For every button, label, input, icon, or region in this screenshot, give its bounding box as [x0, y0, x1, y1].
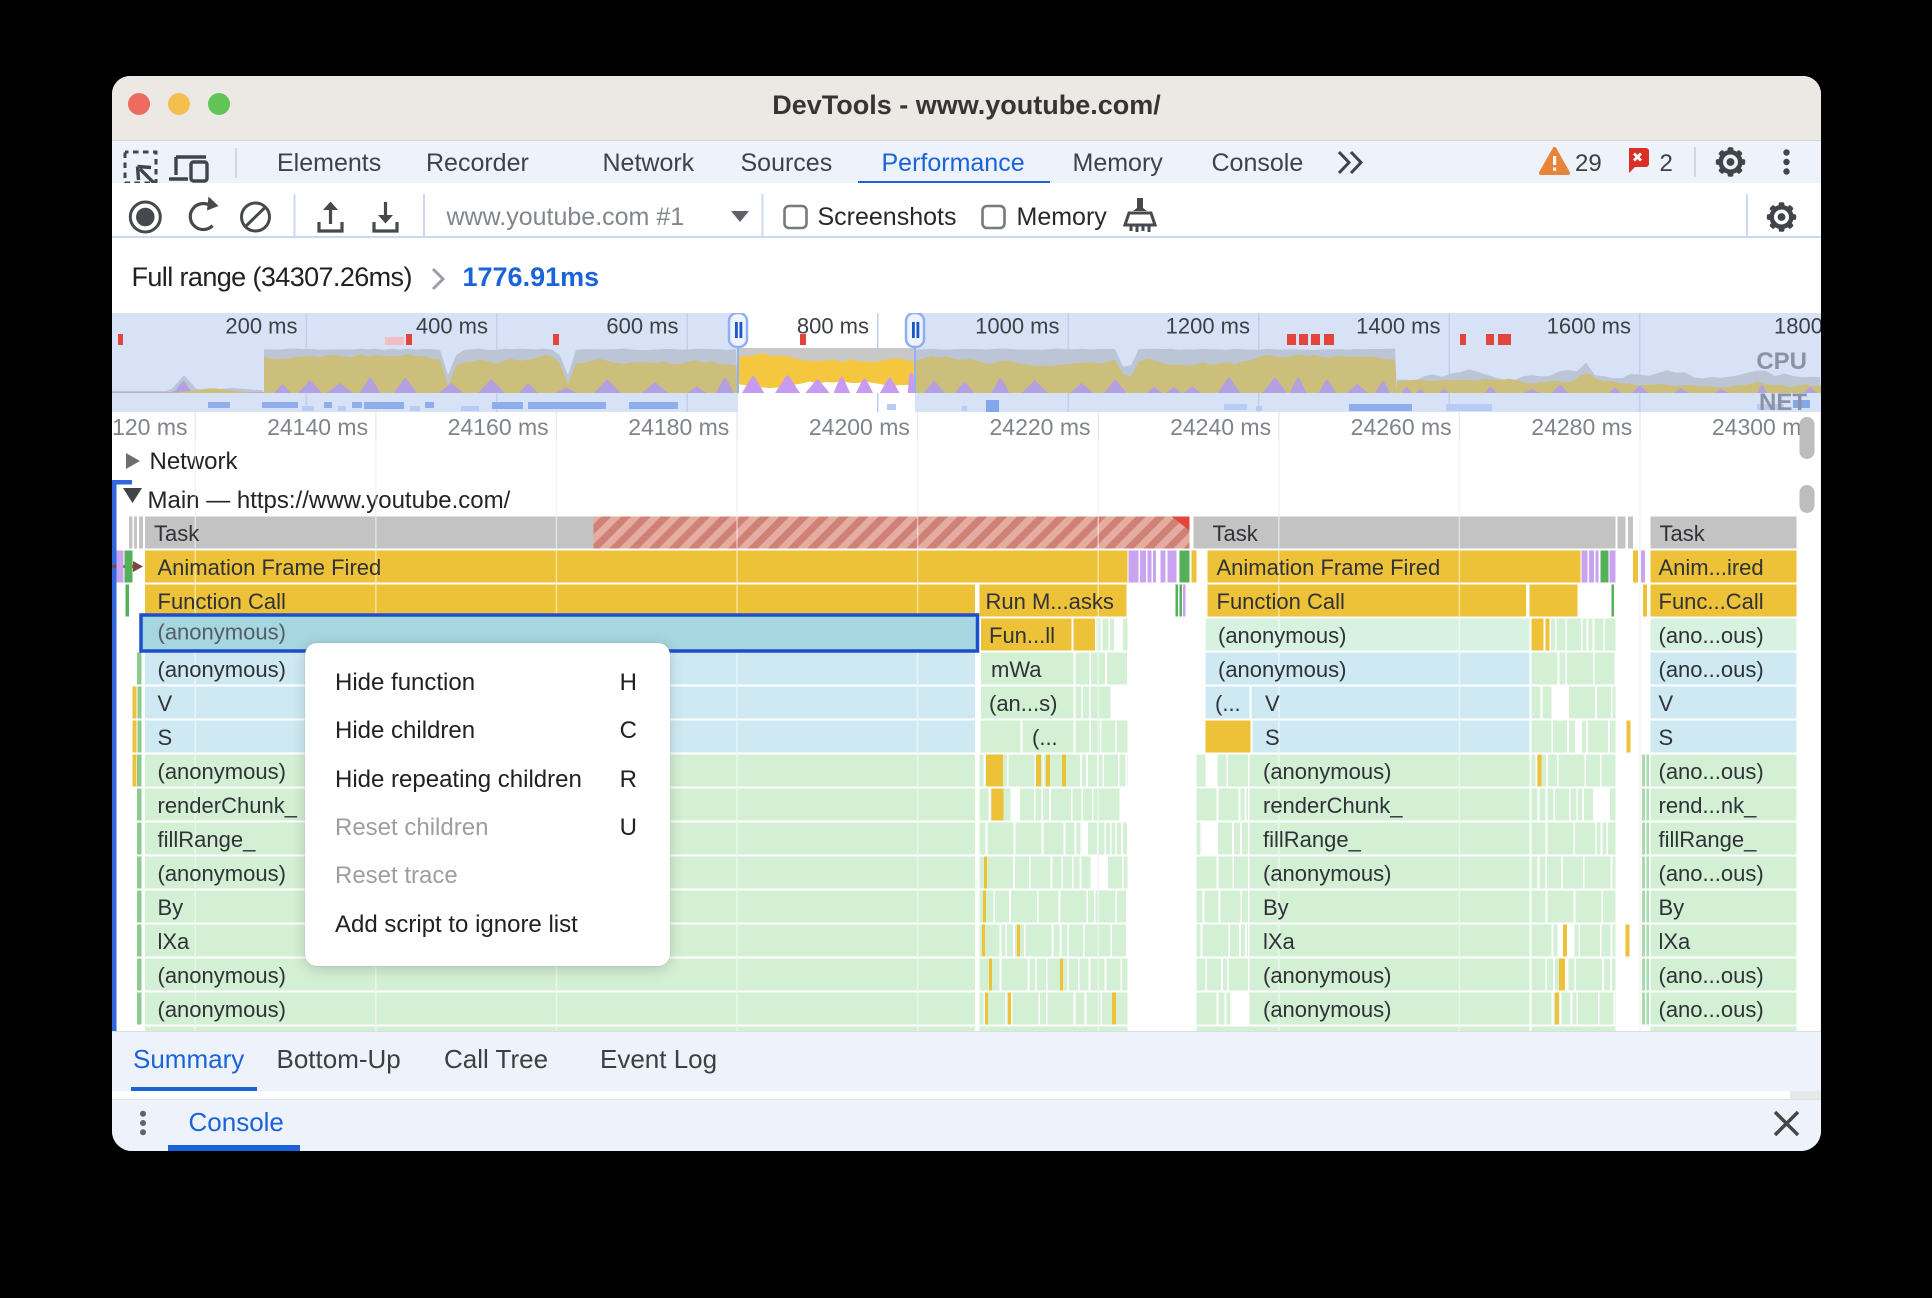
svg-text:Memory: Memory: [1017, 203, 1108, 231]
svg-text:Function Call: Function Call: [1217, 589, 1345, 614]
svg-text:(ano...ous): (ano...ous): [1659, 861, 1764, 886]
svg-text:Anim...ired: Anim...ired: [1659, 555, 1764, 580]
svg-text:24300 ms: 24300 ms: [1712, 414, 1813, 440]
svg-text:Func...Call: Func...Call: [1659, 589, 1764, 614]
svg-text:renderChunk_: renderChunk_: [1263, 793, 1403, 818]
svg-text:renderChunk_: renderChunk_: [158, 793, 298, 818]
svg-text:24260 ms: 24260 ms: [1351, 414, 1452, 440]
svg-text:Run M...asks: Run M...asks: [986, 589, 1114, 614]
svg-text:1400 ms: 1400 ms: [1356, 314, 1440, 339]
svg-text:Main — https://www.youtube.com: Main — https://www.youtube.com/: [148, 487, 511, 514]
svg-text:600 ms: 600 ms: [606, 314, 678, 339]
svg-text:1200 ms: 1200 ms: [1166, 314, 1250, 339]
svg-text:(anonymous): (anonymous): [1263, 759, 1391, 784]
svg-text:fillRange_: fillRange_: [1659, 827, 1758, 852]
svg-text:rend...nk_: rend...nk_: [1659, 793, 1758, 818]
svg-text:mWa: mWa: [991, 657, 1042, 682]
svg-text:fillRange_: fillRange_: [1263, 827, 1362, 852]
svg-text:S: S: [158, 725, 173, 750]
svg-text:24160 ms: 24160 ms: [448, 414, 549, 440]
svg-text:By: By: [1659, 895, 1685, 920]
svg-text:24220 ms: 24220 ms: [989, 414, 1090, 440]
svg-text:24180 ms: 24180 ms: [628, 414, 729, 440]
svg-text:NET: NET: [1759, 389, 1807, 412]
svg-text:S: S: [1265, 725, 1280, 750]
svg-text:400 ms: 400 ms: [416, 314, 488, 339]
svg-text:Animation Frame Fired: Animation Frame Fired: [158, 555, 382, 580]
svg-text:(ano...ous): (ano...ous): [1659, 759, 1764, 784]
svg-text:(anonymous): (anonymous): [1218, 623, 1346, 648]
svg-text:Function Call: Function Call: [158, 589, 286, 614]
svg-text:Animation Frame Fired: Animation Frame Fired: [1217, 555, 1441, 580]
svg-text:24240 ms: 24240 ms: [1170, 414, 1271, 440]
svg-text:V: V: [1265, 691, 1280, 716]
svg-text:Task: Task: [154, 521, 200, 546]
svg-text:(anonymous): (anonymous): [158, 759, 286, 784]
svg-text:(anonymous): (anonymous): [158, 620, 286, 645]
svg-text:800 ms: 800 ms: [797, 314, 869, 339]
svg-text:1800 m: 1800 m: [1774, 314, 1821, 339]
svg-text:Fun...ll: Fun...ll: [989, 623, 1055, 648]
svg-text:(ano...ous): (ano...ous): [1659, 997, 1764, 1022]
svg-text:lXa: lXa: [1659, 929, 1692, 954]
svg-text:(anonymous): (anonymous): [158, 963, 286, 988]
svg-text:(anonymous): (anonymous): [1263, 861, 1391, 886]
svg-text:Screenshots: Screenshots: [818, 203, 957, 231]
svg-text:www.youtube.com #1: www.youtube.com #1: [446, 203, 685, 231]
svg-text:By: By: [158, 895, 184, 920]
svg-text:29: 29: [1575, 150, 1602, 177]
svg-text:CPU: CPU: [1756, 348, 1807, 375]
svg-text:(anonymous): (anonymous): [158, 861, 286, 886]
svg-text:(anonymous): (anonymous): [158, 657, 286, 682]
svg-text:24200 ms: 24200 ms: [809, 414, 910, 440]
svg-text:lXa: lXa: [1263, 929, 1296, 954]
svg-text:(ano...ous): (ano...ous): [1659, 657, 1764, 682]
svg-text:V: V: [158, 691, 173, 716]
svg-text:Network: Network: [150, 448, 239, 475]
svg-text:S: S: [1659, 725, 1674, 750]
svg-text:1600 ms: 1600 ms: [1547, 314, 1631, 339]
svg-text:Task: Task: [1660, 521, 1706, 546]
svg-text:(anonymous): (anonymous): [158, 997, 286, 1022]
svg-text:lXa: lXa: [158, 929, 191, 954]
svg-text:24280 ms: 24280 ms: [1531, 414, 1632, 440]
svg-text:24140 ms: 24140 ms: [267, 414, 368, 440]
svg-text:(anonymous): (anonymous): [1263, 963, 1391, 988]
svg-text:(ano...ous): (ano...ous): [1659, 623, 1764, 648]
svg-text:(...: (...: [1215, 691, 1241, 716]
svg-text:200 ms: 200 ms: [225, 314, 297, 339]
svg-text:24120 ms: 24120 ms: [112, 414, 188, 440]
svg-text:(anonymous): (anonymous): [1218, 657, 1346, 682]
svg-text:(an...s): (an...s): [989, 691, 1057, 716]
svg-text:Task: Task: [1213, 521, 1259, 546]
svg-text:2: 2: [1660, 150, 1673, 177]
svg-text:(ano...ous): (ano...ous): [1659, 963, 1764, 988]
svg-text:(anonymous): (anonymous): [1263, 997, 1391, 1022]
svg-text:(...: (...: [1032, 725, 1058, 750]
svg-text:By: By: [1263, 895, 1289, 920]
svg-text:1000 ms: 1000 ms: [975, 314, 1059, 339]
svg-text:fillRange_: fillRange_: [158, 827, 257, 852]
svg-text:V: V: [1659, 691, 1674, 716]
